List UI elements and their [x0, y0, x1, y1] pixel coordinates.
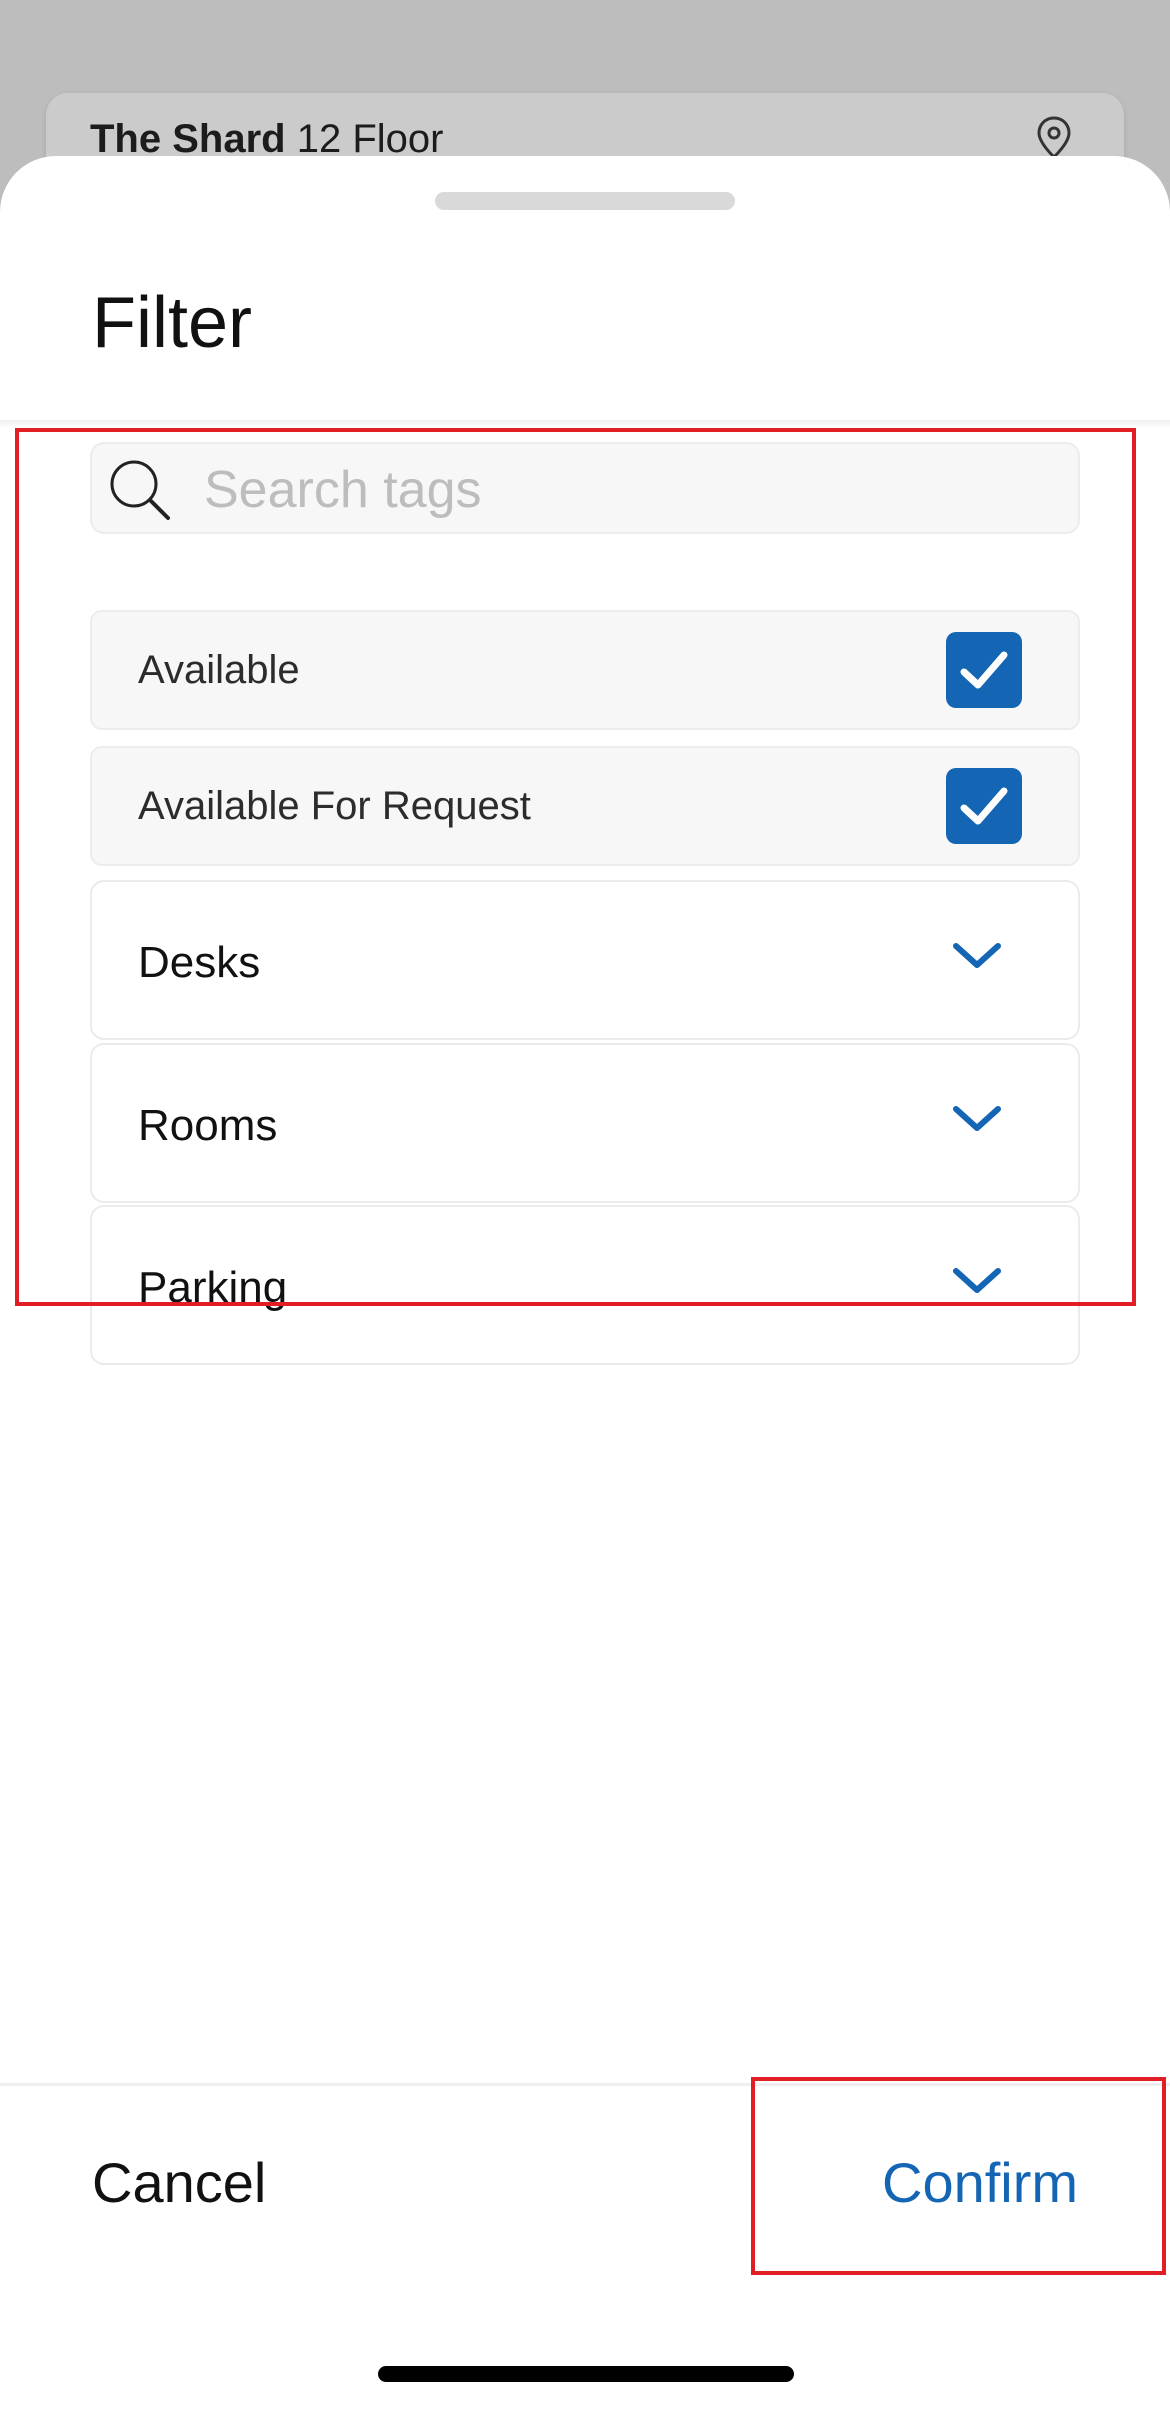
- sheet-title: Filter: [92, 283, 252, 363]
- sheet-drag-handle[interactable]: [435, 192, 735, 210]
- list-top-divider: [0, 420, 1170, 428]
- confirm-highlight: [751, 2077, 1166, 2275]
- filter-list-highlight: [15, 428, 1136, 1306]
- home-indicator: [378, 2366, 794, 2382]
- cancel-button[interactable]: Cancel: [92, 2150, 266, 2215]
